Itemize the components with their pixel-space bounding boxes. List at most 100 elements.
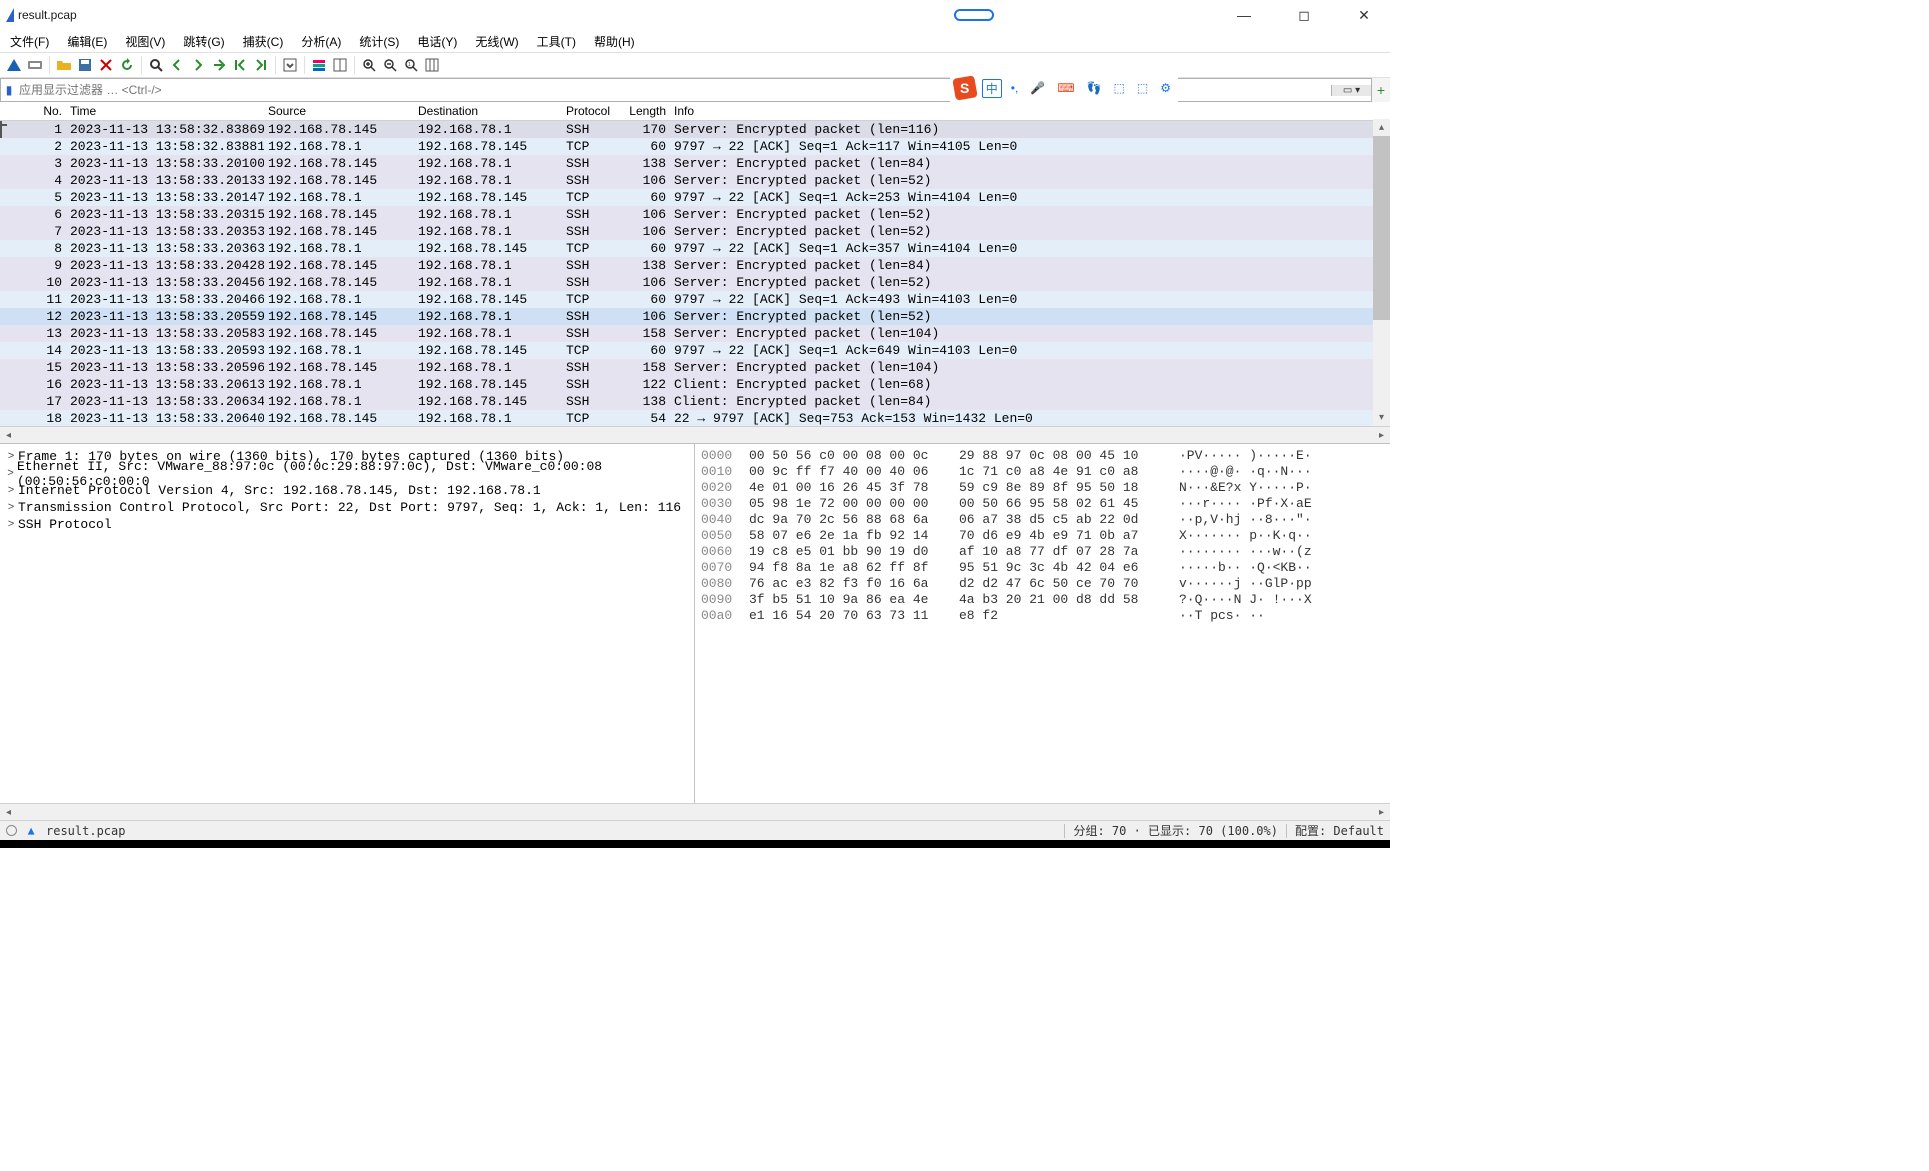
- go-back-icon[interactable]: [167, 55, 187, 75]
- packet-list-body[interactable]: 12023-11-13 13:58:32.838697192.168.78.14…: [0, 121, 1390, 426]
- scroll-right-icon[interactable]: ▸: [1373, 807, 1390, 818]
- menu-item-3[interactable]: 跳转(G): [177, 31, 230, 52]
- column-length[interactable]: Length: [622, 102, 670, 120]
- packet-row[interactable]: 172023-11-13 13:58:33.206342192.168.78.1…: [0, 393, 1390, 410]
- zoom-out-icon[interactable]: [380, 55, 400, 75]
- packet-list-hscroll[interactable]: ◂ ▸: [0, 426, 1390, 443]
- column-protocol[interactable]: Protocol: [562, 102, 622, 120]
- packet-row[interactable]: 52023-11-13 13:58:33.201472192.168.78.11…: [0, 189, 1390, 206]
- packet-row[interactable]: 42023-11-13 13:58:33.201334192.168.78.14…: [0, 172, 1390, 189]
- ime-skin-icon[interactable]: 👣: [1084, 81, 1105, 95]
- close-button[interactable]: ✕: [1344, 1, 1384, 29]
- scroll-up-icon[interactable]: ▴: [1373, 119, 1390, 136]
- menu-item-2[interactable]: 视图(V): [119, 31, 171, 52]
- scroll-thumb[interactable]: [1373, 136, 1390, 320]
- hex-row[interactable]: 003005 98 1e 72 00 00 00 0000 50 66 95 5…: [701, 496, 1384, 512]
- hex-row[interactable]: 006019 c8 e5 01 bb 90 19 d0af 10 a8 77 d…: [701, 544, 1384, 560]
- filter-bookmark-icon[interactable]: ▮: [1, 83, 17, 97]
- column-time[interactable]: Time: [66, 102, 264, 120]
- detail-line[interactable]: >Ethernet II, Src: VMware_88:97:0c (00:0…: [0, 465, 694, 482]
- hex-row[interactable]: 007094 f8 8a 1e a8 62 ff 8f95 51 9c 3c 4…: [701, 560, 1384, 576]
- expand-icon[interactable]: >: [4, 468, 17, 480]
- resize-all-columns-icon[interactable]: [422, 55, 442, 75]
- hex-row[interactable]: 005058 07 e6 2e 1a fb 92 1470 d6 e9 4b e…: [701, 528, 1384, 544]
- ime-tool1-icon[interactable]: ⬚: [1111, 81, 1128, 95]
- hex-row[interactable]: 00204e 01 00 16 26 45 3f 7859 c9 8e 89 8…: [701, 480, 1384, 496]
- packet-row[interactable]: 62023-11-13 13:58:33.203156192.168.78.14…: [0, 206, 1390, 223]
- save-file-icon[interactable]: [75, 55, 95, 75]
- column-destination[interactable]: Destination: [414, 102, 562, 120]
- expand-icon[interactable]: >: [4, 451, 18, 463]
- scroll-down-icon[interactable]: ▾: [1373, 409, 1390, 426]
- resize-columns-icon[interactable]: [330, 55, 350, 75]
- column-no[interactable]: No.: [0, 102, 66, 120]
- go-first-icon[interactable]: [230, 55, 250, 75]
- packet-row[interactable]: 142023-11-13 13:58:33.205939192.168.78.1…: [0, 342, 1390, 359]
- packet-row[interactable]: 32023-11-13 13:58:33.201009192.168.78.14…: [0, 155, 1390, 172]
- menu-item-4[interactable]: 捕获(C): [237, 31, 290, 52]
- find-packet-icon[interactable]: [146, 55, 166, 75]
- filter-dropdown-button[interactable]: ▭ ▾: [1331, 85, 1371, 96]
- detail-line[interactable]: >Internet Protocol Version 4, Src: 192.1…: [0, 482, 694, 499]
- packet-details-pane[interactable]: >Frame 1: 170 bytes on wire (1360 bits),…: [0, 444, 695, 803]
- packet-row[interactable]: 22023-11-13 13:58:32.838815192.168.78.11…: [0, 138, 1390, 155]
- expand-icon[interactable]: >: [4, 519, 18, 531]
- ime-keyboard-icon[interactable]: ⌨: [1054, 81, 1077, 95]
- packet-list-vscroll[interactable]: ▴ ▾: [1373, 119, 1390, 426]
- hex-row[interactable]: 0040dc 9a 70 2c 56 88 68 6a06 a7 38 d5 c…: [701, 512, 1384, 528]
- detail-line[interactable]: >Transmission Control Protocol, Src Port…: [0, 499, 694, 516]
- menu-item-1[interactable]: 编辑(E): [61, 31, 113, 52]
- ime-tool2-icon[interactable]: ⬚: [1134, 81, 1151, 95]
- packet-row[interactable]: 122023-11-13 13:58:33.205595192.168.78.1…: [0, 308, 1390, 325]
- maximize-button[interactable]: ◻: [1284, 1, 1324, 29]
- hex-row[interactable]: 000000 50 56 c0 00 08 00 0c29 88 97 0c 0…: [701, 448, 1384, 464]
- column-source[interactable]: Source: [264, 102, 414, 120]
- packet-row[interactable]: 12023-11-13 13:58:32.838697192.168.78.14…: [0, 121, 1390, 138]
- open-file-icon[interactable]: [54, 55, 74, 75]
- ime-lang-toggle[interactable]: 中: [982, 79, 1002, 98]
- packet-list-header[interactable]: No. Time Source Destination Protocol Len…: [0, 102, 1390, 121]
- scroll-left-icon[interactable]: ◂: [0, 807, 17, 818]
- close-file-icon[interactable]: [96, 55, 116, 75]
- reload-icon[interactable]: [117, 55, 137, 75]
- capture-options-icon[interactable]: [25, 55, 45, 75]
- packet-row[interactable]: 152023-11-13 13:58:33.205969192.168.78.1…: [0, 359, 1390, 376]
- hex-row[interactable]: 001000 9c ff f7 40 00 40 061c 71 c0 a8 4…: [701, 464, 1384, 480]
- expand-icon[interactable]: >: [4, 502, 18, 514]
- expand-icon[interactable]: >: [4, 485, 18, 497]
- packet-row[interactable]: 102023-11-13 13:58:33.204567192.168.78.1…: [0, 274, 1390, 291]
- go-to-packet-icon[interactable]: [209, 55, 229, 75]
- hex-row[interactable]: 00a0e1 16 54 20 70 63 73 11e8 f2··T pcs·…: [701, 608, 1384, 624]
- menu-item-8[interactable]: 无线(W): [469, 31, 524, 52]
- menu-item-6[interactable]: 统计(S): [353, 31, 405, 52]
- menu-item-9[interactable]: 工具(T): [531, 31, 582, 52]
- packet-row[interactable]: 162023-11-13 13:58:33.206132192.168.78.1…: [0, 376, 1390, 393]
- menu-item-0[interactable]: 文件(F): [4, 31, 55, 52]
- ime-settings-icon[interactable]: ⚙: [1157, 81, 1174, 95]
- sogou-ime-icon[interactable]: [952, 75, 977, 100]
- packet-row[interactable]: 92023-11-13 13:58:33.204283192.168.78.14…: [0, 257, 1390, 274]
- colorize-icon[interactable]: [309, 55, 329, 75]
- menu-item-10[interactable]: 帮助(H): [588, 31, 641, 52]
- minimize-button[interactable]: —: [1224, 1, 1264, 29]
- scroll-left-icon[interactable]: ◂: [0, 430, 17, 441]
- column-info[interactable]: Info: [670, 102, 1390, 120]
- packet-row[interactable]: 182023-11-13 13:58:33.206402192.168.78.1…: [0, 410, 1390, 426]
- hex-row[interactable]: 00903f b5 51 10 9a 86 ea 4e4a b3 20 21 0…: [701, 592, 1384, 608]
- zoom-reset-icon[interactable]: 1: [401, 55, 421, 75]
- packet-bytes-pane[interactable]: 000000 50 56 c0 00 08 00 0c29 88 97 0c 0…: [695, 444, 1390, 803]
- ime-mic-icon[interactable]: 🎤: [1027, 81, 1048, 95]
- start-capture-icon[interactable]: [4, 55, 24, 75]
- menu-item-5[interactable]: 分析(A): [295, 31, 347, 52]
- auto-scroll-icon[interactable]: [280, 55, 300, 75]
- scroll-right-icon[interactable]: ▸: [1373, 430, 1390, 441]
- detail-line[interactable]: >SSH Protocol: [0, 516, 694, 533]
- packet-row[interactable]: 132023-11-13 13:58:33.205833192.168.78.1…: [0, 325, 1390, 342]
- go-last-icon[interactable]: [251, 55, 271, 75]
- packet-row[interactable]: 72023-11-13 13:58:33.203531192.168.78.14…: [0, 223, 1390, 240]
- filter-add-button[interactable]: +: [1372, 78, 1390, 102]
- expert-info-icon[interactable]: [6, 825, 17, 836]
- ime-punct-icon[interactable]: •,: [1008, 81, 1022, 95]
- hex-row[interactable]: 008076 ac e3 82 f3 f0 16 6ad2 d2 47 6c 5…: [701, 576, 1384, 592]
- capture-file-properties-icon[interactable]: [27, 825, 38, 836]
